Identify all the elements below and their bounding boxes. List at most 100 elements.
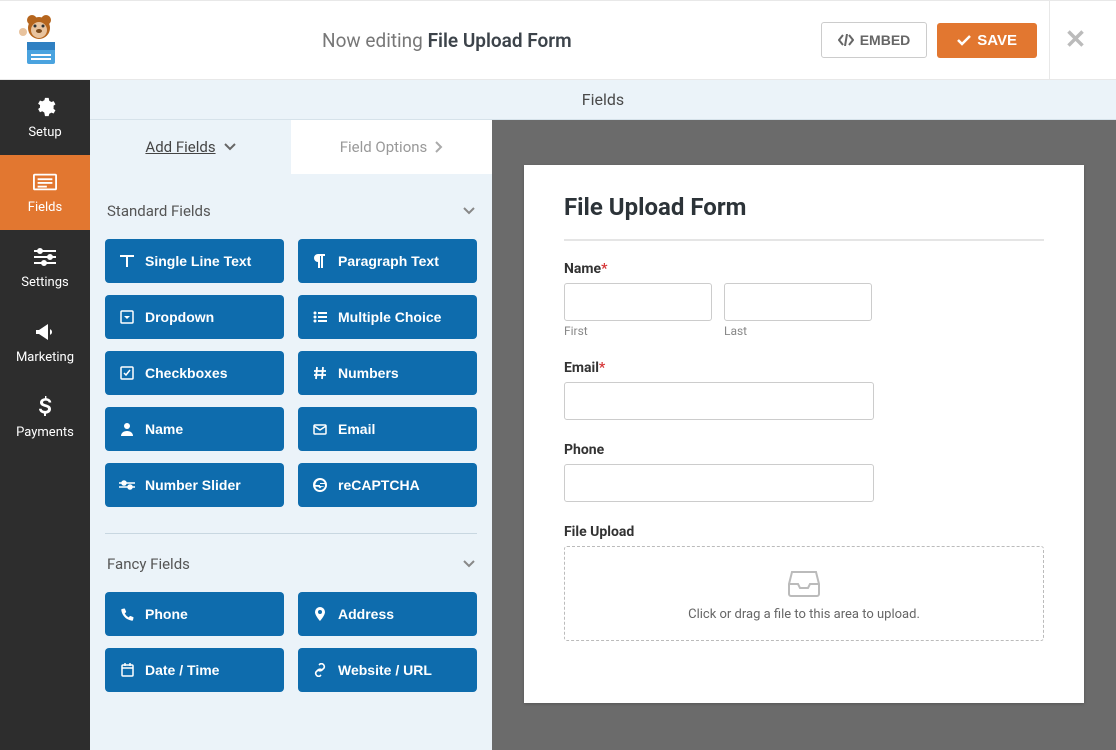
name-label: Name* [564, 261, 1044, 277]
close-icon[interactable]: ✕ [1065, 25, 1087, 55]
chevron-right-icon [435, 141, 443, 153]
section-title: Standard Fields [107, 202, 211, 220]
fields-scroll: Standard Fields Single Line Text Paragra… [90, 174, 492, 715]
field-label: Multiple Choice [338, 309, 441, 325]
email-label: Email* [564, 360, 1044, 376]
field-label: reCAPTCHA [338, 477, 420, 493]
editing-prefix: Now editing [322, 29, 428, 52]
form-preview: File Upload Form Name* First Last [524, 165, 1084, 703]
upload-label: File Upload [564, 524, 1044, 540]
section-standard-header[interactable]: Standard Fields [105, 189, 477, 233]
field-phone[interactable]: Phone [105, 592, 284, 636]
field-label: Paragraph Text [338, 253, 439, 269]
panel-tabs: Add Fields Field Options [90, 120, 492, 174]
field-number-slider[interactable]: Number Slider [105, 463, 284, 507]
chevron-down-icon [224, 143, 236, 151]
envelope-icon [312, 424, 328, 435]
save-label: SAVE [977, 32, 1017, 49]
paragraph-icon [312, 254, 328, 268]
sidenav-item-marketing[interactable]: Marketing [0, 305, 90, 380]
sidenav-label: Fields [28, 200, 62, 215]
link-icon [312, 663, 328, 677]
field-label: Single Line Text [145, 253, 251, 269]
field-dropdown[interactable]: Dropdown [105, 295, 284, 339]
email-input[interactable] [564, 382, 874, 420]
phone-input[interactable] [564, 464, 874, 502]
chevron-down-icon [463, 207, 475, 215]
sidenav-label: Setup [28, 125, 61, 140]
field-label: Number Slider [145, 477, 241, 493]
check-square-icon [119, 366, 135, 380]
gear-icon [33, 95, 57, 119]
field-single-line-text[interactable]: Single Line Text [105, 239, 284, 283]
field-numbers[interactable]: Numbers [298, 351, 477, 395]
field-email[interactable]: Email [298, 407, 477, 451]
calendar-icon [119, 663, 135, 677]
phone-icon [119, 608, 135, 621]
field-multiple-choice[interactable]: Multiple Choice [298, 295, 477, 339]
file-dropzone[interactable]: Click or drag a file to this area to upl… [564, 546, 1044, 641]
caret-square-icon [119, 310, 135, 324]
fancy-fields-grid: Phone Address Date / Time Website / URL [105, 586, 477, 710]
tab-add-fields[interactable]: Add Fields [90, 120, 291, 174]
sliders-icon [33, 245, 57, 269]
field-label: Email [338, 421, 375, 437]
main-layout: Setup Fields Settings Marketing Payments [0, 80, 1116, 750]
field-label: Website / URL [338, 662, 432, 678]
first-name-input[interactable] [564, 283, 712, 321]
field-label: Numbers [338, 365, 399, 381]
field-date-time[interactable]: Date / Time [105, 648, 284, 692]
section-title: Fancy Fields [107, 555, 190, 573]
field-name-wrapper: Name* First Last [564, 261, 1044, 338]
sidenav-item-fields[interactable]: Fields [0, 155, 90, 230]
field-phone-wrapper: Phone [564, 442, 1044, 502]
field-label: Dropdown [145, 309, 214, 325]
field-address[interactable]: Address [298, 592, 477, 636]
google-icon [312, 478, 328, 492]
field-recaptcha[interactable]: reCAPTCHA [298, 463, 477, 507]
required-mark: * [601, 261, 607, 277]
field-label: Checkboxes [145, 365, 227, 381]
field-checkboxes[interactable]: Checkboxes [105, 351, 284, 395]
form-icon [33, 170, 57, 194]
top-bar: Now editing File Upload Form EMBED SAVE … [0, 0, 1116, 80]
sidenav-item-setup[interactable]: Setup [0, 80, 90, 155]
field-email-wrapper: Email* [564, 360, 1044, 420]
sidenav-item-settings[interactable]: Settings [0, 230, 90, 305]
field-website-url[interactable]: Website / URL [298, 648, 477, 692]
check-icon [957, 34, 971, 46]
section-divider [105, 533, 477, 534]
save-button[interactable]: SAVE [937, 23, 1037, 58]
field-label: Address [338, 606, 394, 622]
pin-icon [312, 607, 328, 621]
side-nav: Setup Fields Settings Marketing Payments [0, 80, 90, 750]
text-icon [119, 255, 135, 267]
sidenav-item-payments[interactable]: Payments [0, 380, 90, 455]
panel-title: Fields [90, 80, 1116, 120]
preview-canvas: File Upload Form Name* First Last [492, 120, 1116, 750]
code-icon [838, 34, 854, 46]
tab-label: Field Options [340, 138, 428, 156]
field-label: Phone [145, 606, 188, 622]
content-area: Fields Add Fields Field Options [90, 80, 1116, 750]
dropzone-text: Click or drag a file to this area to upl… [575, 607, 1033, 622]
sidenav-label: Marketing [16, 350, 74, 365]
tab-label: Add Fields [145, 138, 215, 156]
bullhorn-icon [33, 320, 57, 344]
section-fancy-header[interactable]: Fancy Fields [105, 542, 477, 586]
field-label: Name [145, 421, 183, 437]
last-name-input[interactable] [724, 283, 872, 321]
slider-icon [119, 480, 135, 490]
field-paragraph-text[interactable]: Paragraph Text [298, 239, 477, 283]
field-name[interactable]: Name [105, 407, 284, 451]
phone-label: Phone [564, 442, 1044, 458]
dollar-icon [33, 395, 57, 419]
tab-field-options[interactable]: Field Options [291, 120, 492, 174]
last-sublabel: Last [724, 324, 872, 338]
embed-button[interactable]: EMBED [821, 22, 928, 58]
sidenav-label: Payments [16, 425, 74, 440]
first-sublabel: First [564, 324, 712, 338]
content-inner: Add Fields Field Options Stand [90, 120, 1116, 750]
form-name: File Upload Form [428, 29, 572, 52]
fields-panel: Add Fields Field Options Stand [90, 120, 492, 750]
